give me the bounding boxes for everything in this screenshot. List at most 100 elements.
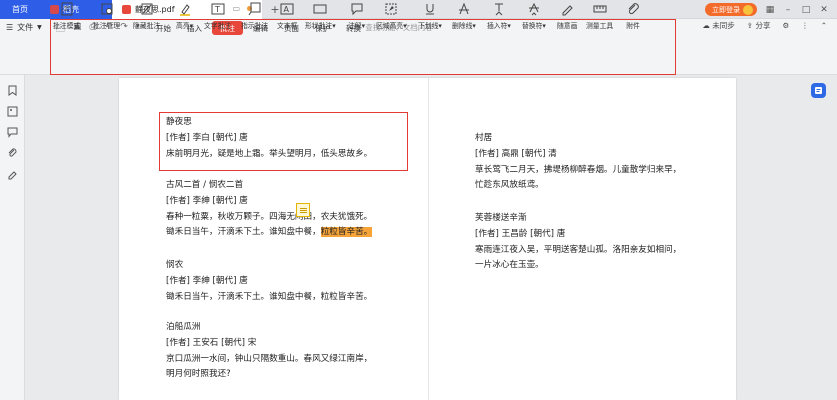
poem-line: 床前明月光，疑是地上霜。举头望明月，低头思故乡。	[166, 148, 373, 159]
text-annotation-button[interactable]: T 文字批注	[204, 2, 231, 30]
shape-label-wrap: 形状批注▾	[305, 22, 336, 30]
poem-author: [作者] 王昌龄 [朝代] 唐	[475, 228, 566, 239]
comment-panel-icon[interactable]	[7, 127, 18, 138]
freehand-draw-button[interactable]: 随意画	[557, 2, 577, 30]
settings-icon[interactable]: ⚙	[782, 21, 789, 30]
file-menu[interactable]: ☰ 文件 ▼	[6, 22, 42, 33]
strikethrough-button[interactable]: 删除线▾	[452, 2, 476, 30]
area-highlight-label-wrap: 区域高亮▾	[376, 22, 407, 30]
poem-title: 村居	[475, 133, 493, 143]
insert-mark-button[interactable]: 插入符▾	[487, 2, 511, 30]
poem-line: 锄禾日当午，汗滴禾下土。谁知盘中餐，粒粒皆辛苦。	[166, 291, 373, 302]
document-icon	[815, 87, 822, 94]
strikethrough-label-wrap: 删除线▾	[452, 22, 476, 30]
annotation-manager-button[interactable]: 批注管理	[93, 2, 120, 30]
collapse-ribbon-icon[interactable]: ⌃	[821, 21, 827, 30]
share-label: 分享	[755, 21, 771, 30]
poem-furonglou: 芙蓉楼送辛渐 [作者] 王昌龄 [朝代] 唐 寒雨连江夜入吴，平明送客楚山孤。洛…	[475, 211, 681, 274]
annotation-ribbon	[0, 38, 837, 75]
poem-author: [作者] 王安石 [朝代] 宋	[166, 337, 257, 348]
underline-label-wrap: 下划线▾	[418, 22, 442, 30]
svg-text:A: A	[284, 5, 290, 14]
share-button[interactable]: ⇪ 分享	[747, 20, 771, 31]
login-button[interactable]: 立即登录	[705, 3, 757, 16]
annotation-mode-button[interactable]: 批注模式	[53, 2, 80, 30]
ruler-icon	[593, 2, 607, 16]
poem-bochuanguazhou: 泊船瓜洲 [作者] 王安石 [朝代] 宋 京口瓜洲一水间，钟山只隔数重山。春风又…	[166, 320, 372, 383]
hide-annotation-label: 隐藏批注	[133, 22, 161, 30]
shape-annotation-label: 形状批注	[305, 22, 333, 30]
poem-author: [作者] 李绅 [朝代] 唐	[166, 275, 248, 286]
shape-annotation-button[interactable]: 形状批注▾	[305, 2, 336, 30]
note-label-wrap: 注解▾	[348, 22, 366, 30]
pointer-annotation-button[interactable]: 指示批注	[241, 2, 268, 30]
monitor-icon[interactable]: ▭	[232, 4, 240, 13]
poem-line: 锄禾日当午，汗滴禾下土。谁知盘中餐，粒粒皆辛苦。	[166, 225, 373, 241]
insert-mark-icon	[492, 2, 506, 16]
cloud-icon: ☁	[702, 21, 710, 30]
maximize-icon[interactable]: □	[801, 5, 811, 15]
thumbnail-icon[interactable]	[7, 106, 18, 117]
menu-right-actions: ☁ 未同步 ⇪ 分享 ⚙ ⋮ ⌃	[702, 20, 827, 31]
hide-annotation-button[interactable]: 隐藏批注	[133, 2, 160, 30]
highlight-label: 高亮	[176, 22, 190, 30]
poem-minnong: 悯农 [作者] 李绅 [朝代] 唐 锄禾日当午，汗滴禾下土。谁知盘中餐，粒粒皆辛…	[166, 258, 372, 305]
more-icon[interactable]: ⋮	[801, 21, 809, 30]
tab-home[interactable]: 首页	[0, 0, 40, 19]
replace-mark-button[interactable]: 替换符▾	[522, 2, 546, 30]
underline-button[interactable]: 下划线▾	[418, 2, 442, 30]
poem-line-text: 锄禾日当午，汗滴禾下土。谁知盘中餐，	[166, 227, 321, 238]
note-button[interactable]: 注解▾	[348, 2, 365, 30]
share-icon: ⇪	[746, 21, 754, 30]
grid-view-icon[interactable]: ▦	[765, 5, 775, 15]
annotation-manager-icon	[100, 2, 114, 16]
comment-marker-icon[interactable]	[296, 203, 310, 217]
hide-annotation-icon	[140, 2, 154, 16]
replace-mark-label: 替换符	[522, 22, 543, 30]
highlighter-icon	[178, 2, 192, 16]
insert-mark-label-wrap: 插入符▾	[487, 22, 511, 30]
area-highlight-button[interactable]: 区域高亮▾	[376, 2, 407, 30]
signature-panel-icon[interactable]	[7, 169, 18, 180]
poem-line: 一片冰心在玉壶。	[475, 260, 544, 271]
bookmark-icon[interactable]	[7, 85, 18, 96]
highlighted-text[interactable]: 粒粒皆辛苦。	[320, 227, 373, 238]
poem-line: 明月何时照我还?	[166, 369, 231, 380]
hamburger-icon: ☰	[6, 23, 14, 32]
window-controls: 立即登录 ▦ – □ ✕	[705, 0, 837, 19]
poem-title: 泊船瓜洲	[166, 322, 201, 332]
replace-mark-icon	[527, 2, 541, 16]
area-highlight-icon	[384, 2, 398, 16]
poem-cunju: 村居 [作者] 高鼎 [朝代] 清 草长莺飞二月天，拂堤杨柳醉春烟。儿童散学归来…	[475, 131, 681, 194]
poem-title: 静夜思	[166, 117, 192, 127]
area-highlight-label: 区域高亮	[376, 22, 404, 30]
textbox-button[interactable]: A 文本框	[277, 2, 297, 30]
text-annotation-label: 文字批注	[204, 22, 232, 30]
attachment-label: 附件	[626, 22, 640, 30]
underline-icon	[423, 2, 437, 16]
measure-tool-button[interactable]: 测量工具	[586, 2, 613, 30]
strikethrough-icon	[457, 2, 471, 16]
highlight-label-wrap: 高亮▾	[176, 22, 194, 30]
redo-icon[interactable]: ↷	[120, 22, 128, 38]
svg-text:T: T	[214, 5, 220, 14]
pdf-file-icon	[122, 5, 131, 14]
poem-title: 悯农	[166, 260, 184, 270]
highlight-button[interactable]: 高亮▾	[176, 2, 193, 30]
pointer-annotation-icon	[248, 2, 262, 16]
poem-author: [作者] 李白 [朝代] 唐	[166, 132, 248, 143]
poem-line: 草长莺飞二月天，拂堤杨柳醉春烟。儿童散学归来早，	[475, 164, 682, 175]
poem-author: [作者] 高鼎 [朝代] 清	[475, 148, 557, 159]
close-icon[interactable]: ✕	[819, 5, 829, 15]
ai-assistant-button[interactable]	[811, 83, 826, 98]
note-label: 注解	[348, 22, 362, 30]
attachment-panel-icon[interactable]	[7, 148, 18, 159]
avatar-icon	[743, 4, 753, 15]
minimize-icon[interactable]: –	[783, 5, 793, 15]
attachment-button[interactable]: 附件	[626, 2, 640, 30]
poem-line: 春种一粒粟，秋收万颗子。四海无闲田，农夫犹饿死。	[166, 211, 373, 222]
strikethrough-label: 删除线	[452, 22, 473, 30]
annotation-manager-label: 批注管理	[93, 22, 121, 30]
left-sidebar	[0, 75, 25, 400]
cloud-sync-button[interactable]: ☁ 未同步	[702, 20, 734, 31]
